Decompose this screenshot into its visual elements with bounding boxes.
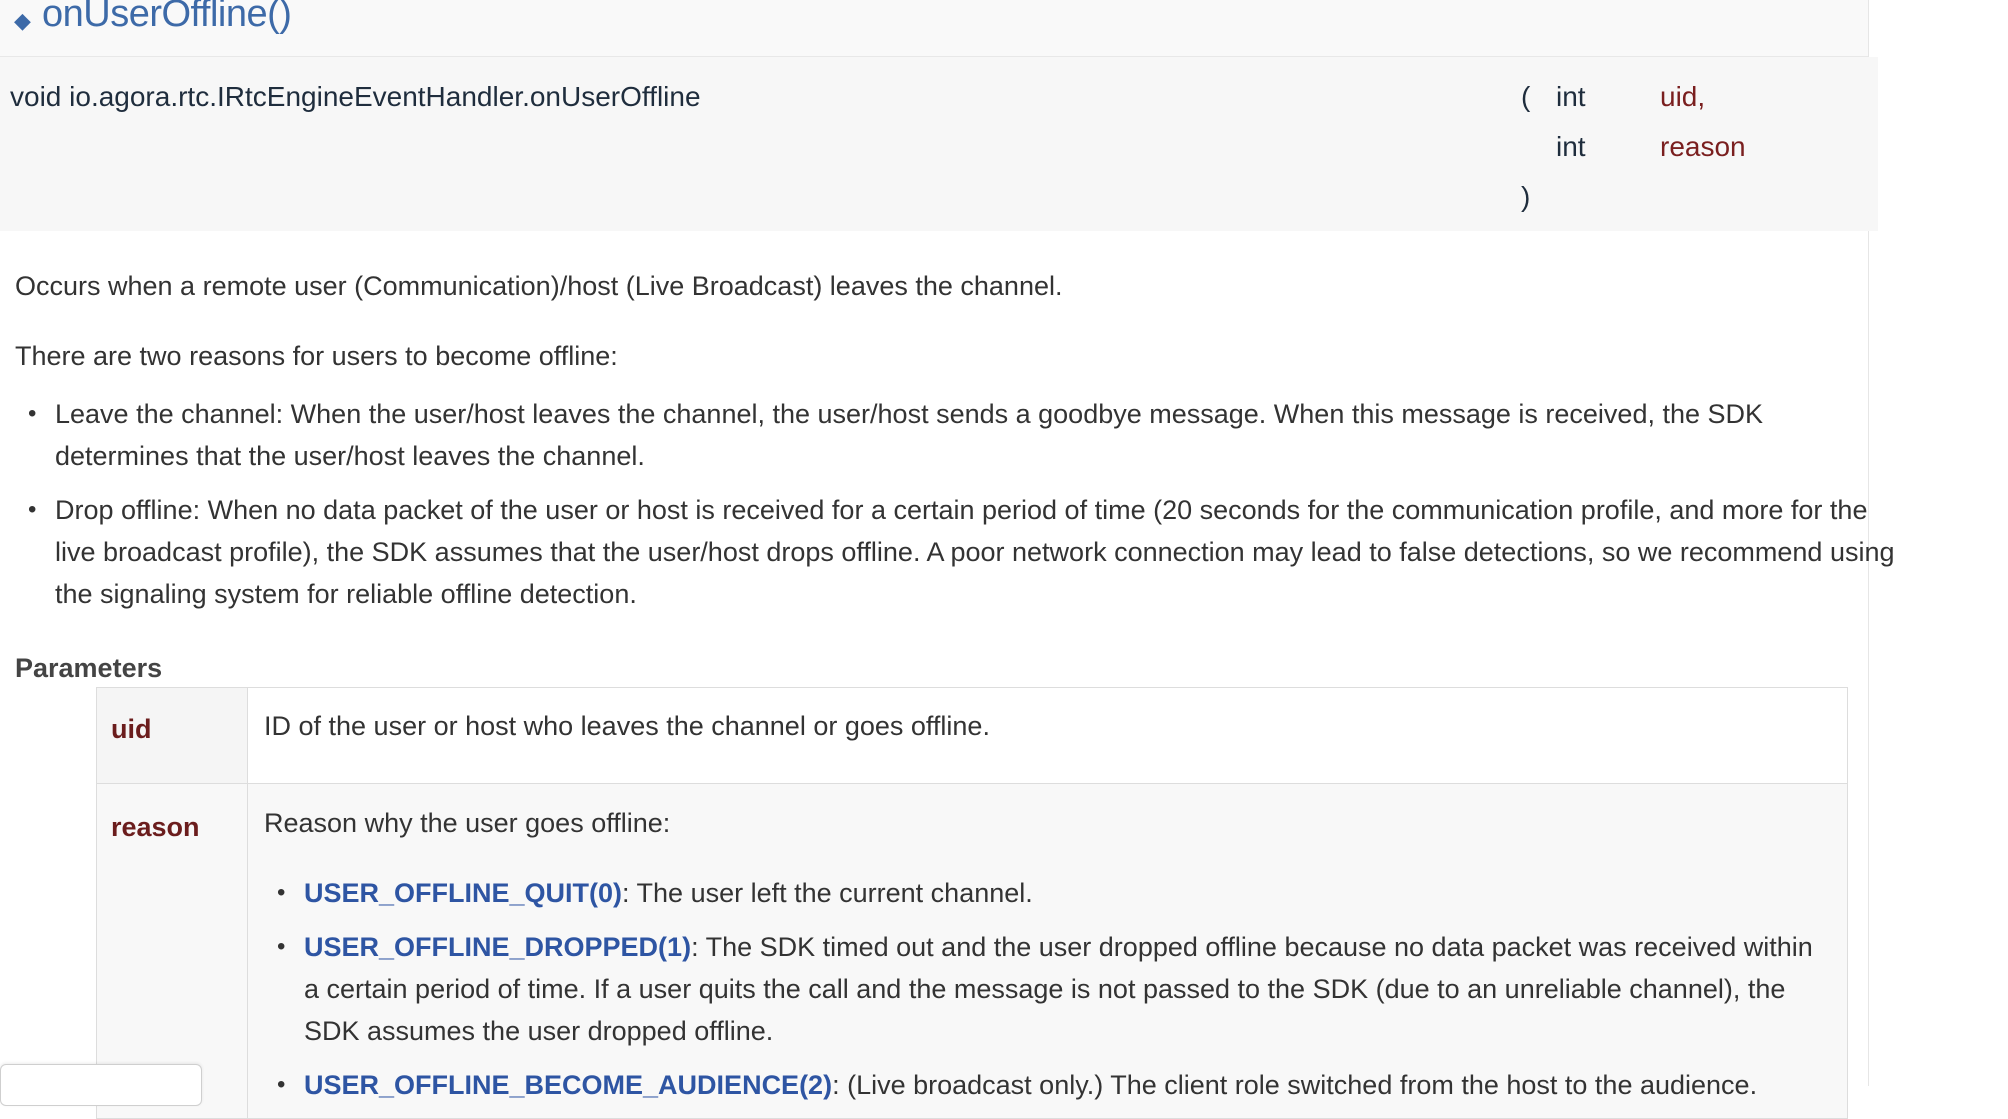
prototype-open-paren: ( (1521, 81, 1531, 112)
param-type-reason: int (1556, 131, 1586, 162)
diamond-icon: ◆ (14, 8, 31, 33)
reasons-list: Leave the channel: When the user/host le… (15, 393, 1895, 627)
bottom-panel-tab[interactable] (0, 1064, 202, 1106)
enum-description: : The user left the current channel. (622, 878, 1033, 908)
table-row: uid ID of the user or host who leaves th… (96, 687, 1848, 784)
reason-values-list: USER_OFFLINE_QUIT(0): The user left the … (264, 872, 1831, 1106)
member-title[interactable]: onUserOffline() (42, 0, 292, 36)
description-intro: Occurs when a remote user (Communication… (15, 271, 1063, 301)
list-item: USER_OFFLINE_BECOME_AUDIENCE(2): (Live b… (277, 1064, 1831, 1106)
doc-content-column: ◆ onUserOffline() void io.agora.rtc.IRtc… (0, 0, 1895, 1119)
enum-link[interactable]: USER_OFFLINE_BECOME_AUDIENCE(2) (304, 1070, 832, 1100)
parameters-heading: Parameters (15, 653, 163, 683)
member-heading: ◆ onUserOffline() (0, 0, 1868, 57)
enum-link[interactable]: USER_OFFLINE_DROPPED(1) (304, 932, 691, 962)
reason-description: Reason why the user goes offline: (264, 808, 671, 838)
function-prototype: void io.agora.rtc.IRtcEngineEventHandler… (0, 57, 1878, 231)
param-name-reason: reason (1660, 131, 1746, 162)
list-item: Drop offline: When no data packet of the… (28, 489, 1895, 615)
reasons-intro: There are two reasons for users to becom… (15, 341, 618, 371)
list-item: USER_OFFLINE_QUIT(0): The user left the … (277, 872, 1831, 914)
parameters-table: uid ID of the user or host who leaves th… (96, 687, 1848, 1119)
prototype-signature: void io.agora.rtc.IRtcEngineEventHandler… (10, 81, 701, 112)
table-row: reason Reason why the user goes offline:… (96, 783, 1848, 1119)
enum-description: : (Live broadcast only.) The client role… (832, 1070, 1758, 1100)
param-name-uid: uid, (1660, 81, 1706, 112)
enum-link[interactable]: USER_OFFLINE_QUIT(0) (304, 878, 622, 908)
param-description-cell: Reason why the user goes offline: USER_O… (247, 783, 1848, 1119)
list-item: USER_OFFLINE_DROPPED(1): The SDK timed o… (277, 926, 1831, 1052)
param-name-cell: uid (96, 687, 248, 784)
param-type-uid: int (1556, 81, 1586, 112)
list-item: Leave the channel: When the user/host le… (28, 393, 1895, 477)
param-description-cell: ID of the user or host who leaves the ch… (247, 687, 1848, 784)
prototype-close-paren: ) (1521, 181, 1531, 212)
